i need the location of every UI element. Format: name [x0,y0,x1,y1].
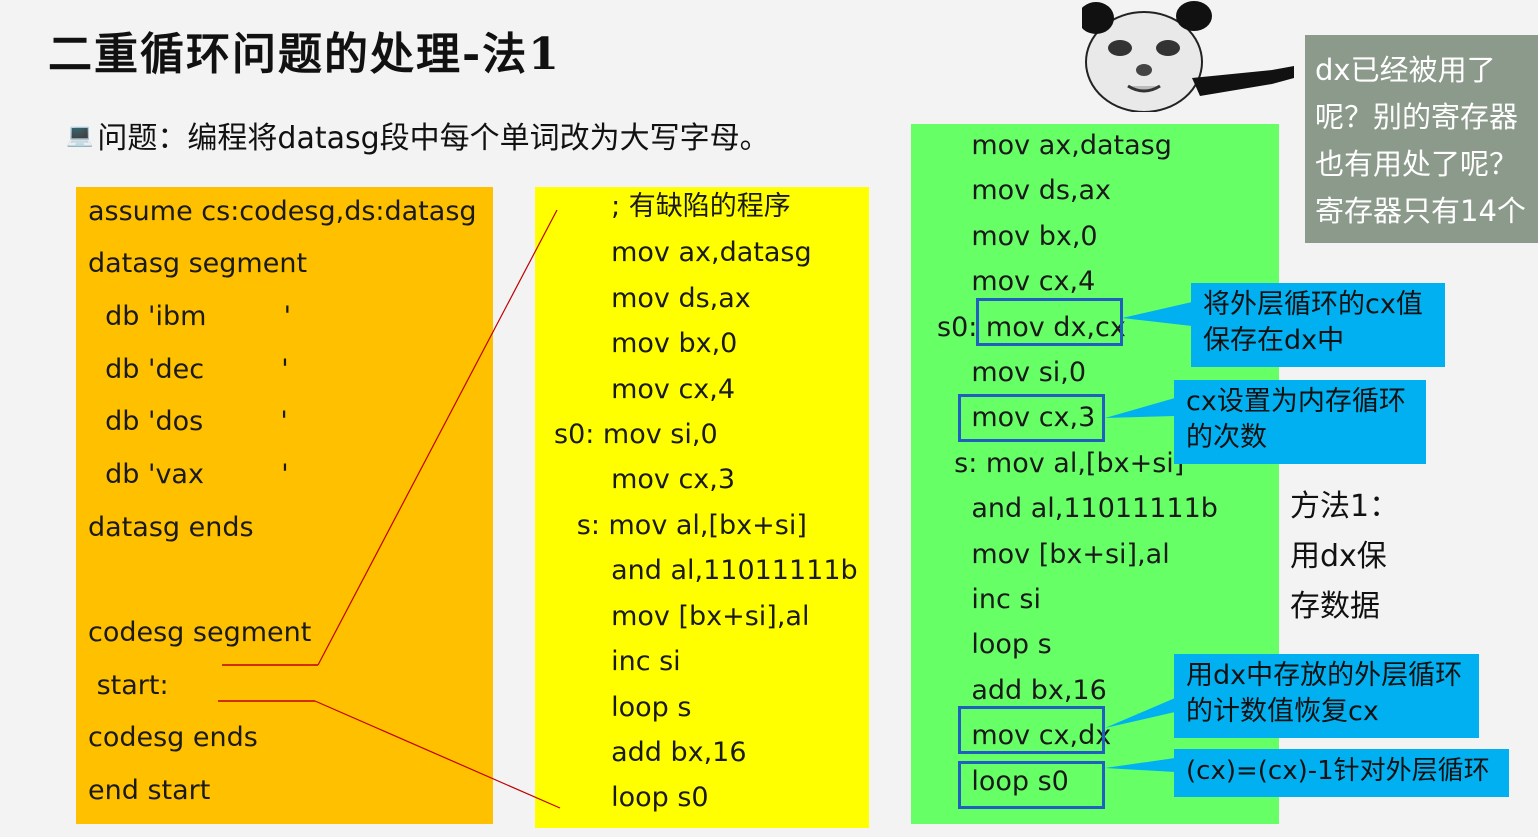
note-line: 寄存器只有14个 [1315,194,1526,228]
grey-question-note: dx已经被用了 呢？别的寄存器 也有用处了呢？ 寄存器只有14个 [1305,35,1538,243]
note-line: 呢？别的寄存器 [1315,100,1519,134]
method-note-line: 用dx保 [1290,539,1387,574]
callout-decrement-cx: (cx)=(cx)-1针对外层循环 [1174,749,1509,797]
method-note: 方法1： 用dx保 存数据 [1290,482,1399,632]
callout-set-inner-loop: cx设置为内存循环的次数 [1174,380,1426,464]
panda-meme-icon [1082,0,1297,112]
note-line: 也有用处了呢？ [1315,147,1519,181]
method-note-line: 存数据 [1290,589,1380,624]
method-note-line: 方法1： [1290,489,1400,524]
callout-restore-cx: 用dx中存放的外层循环的计数值恢复cx [1174,654,1479,738]
callout-save-cx: 将外层循环的cx值保存在dx中 [1191,283,1445,367]
note-line: dx已经被用了 [1315,53,1496,87]
